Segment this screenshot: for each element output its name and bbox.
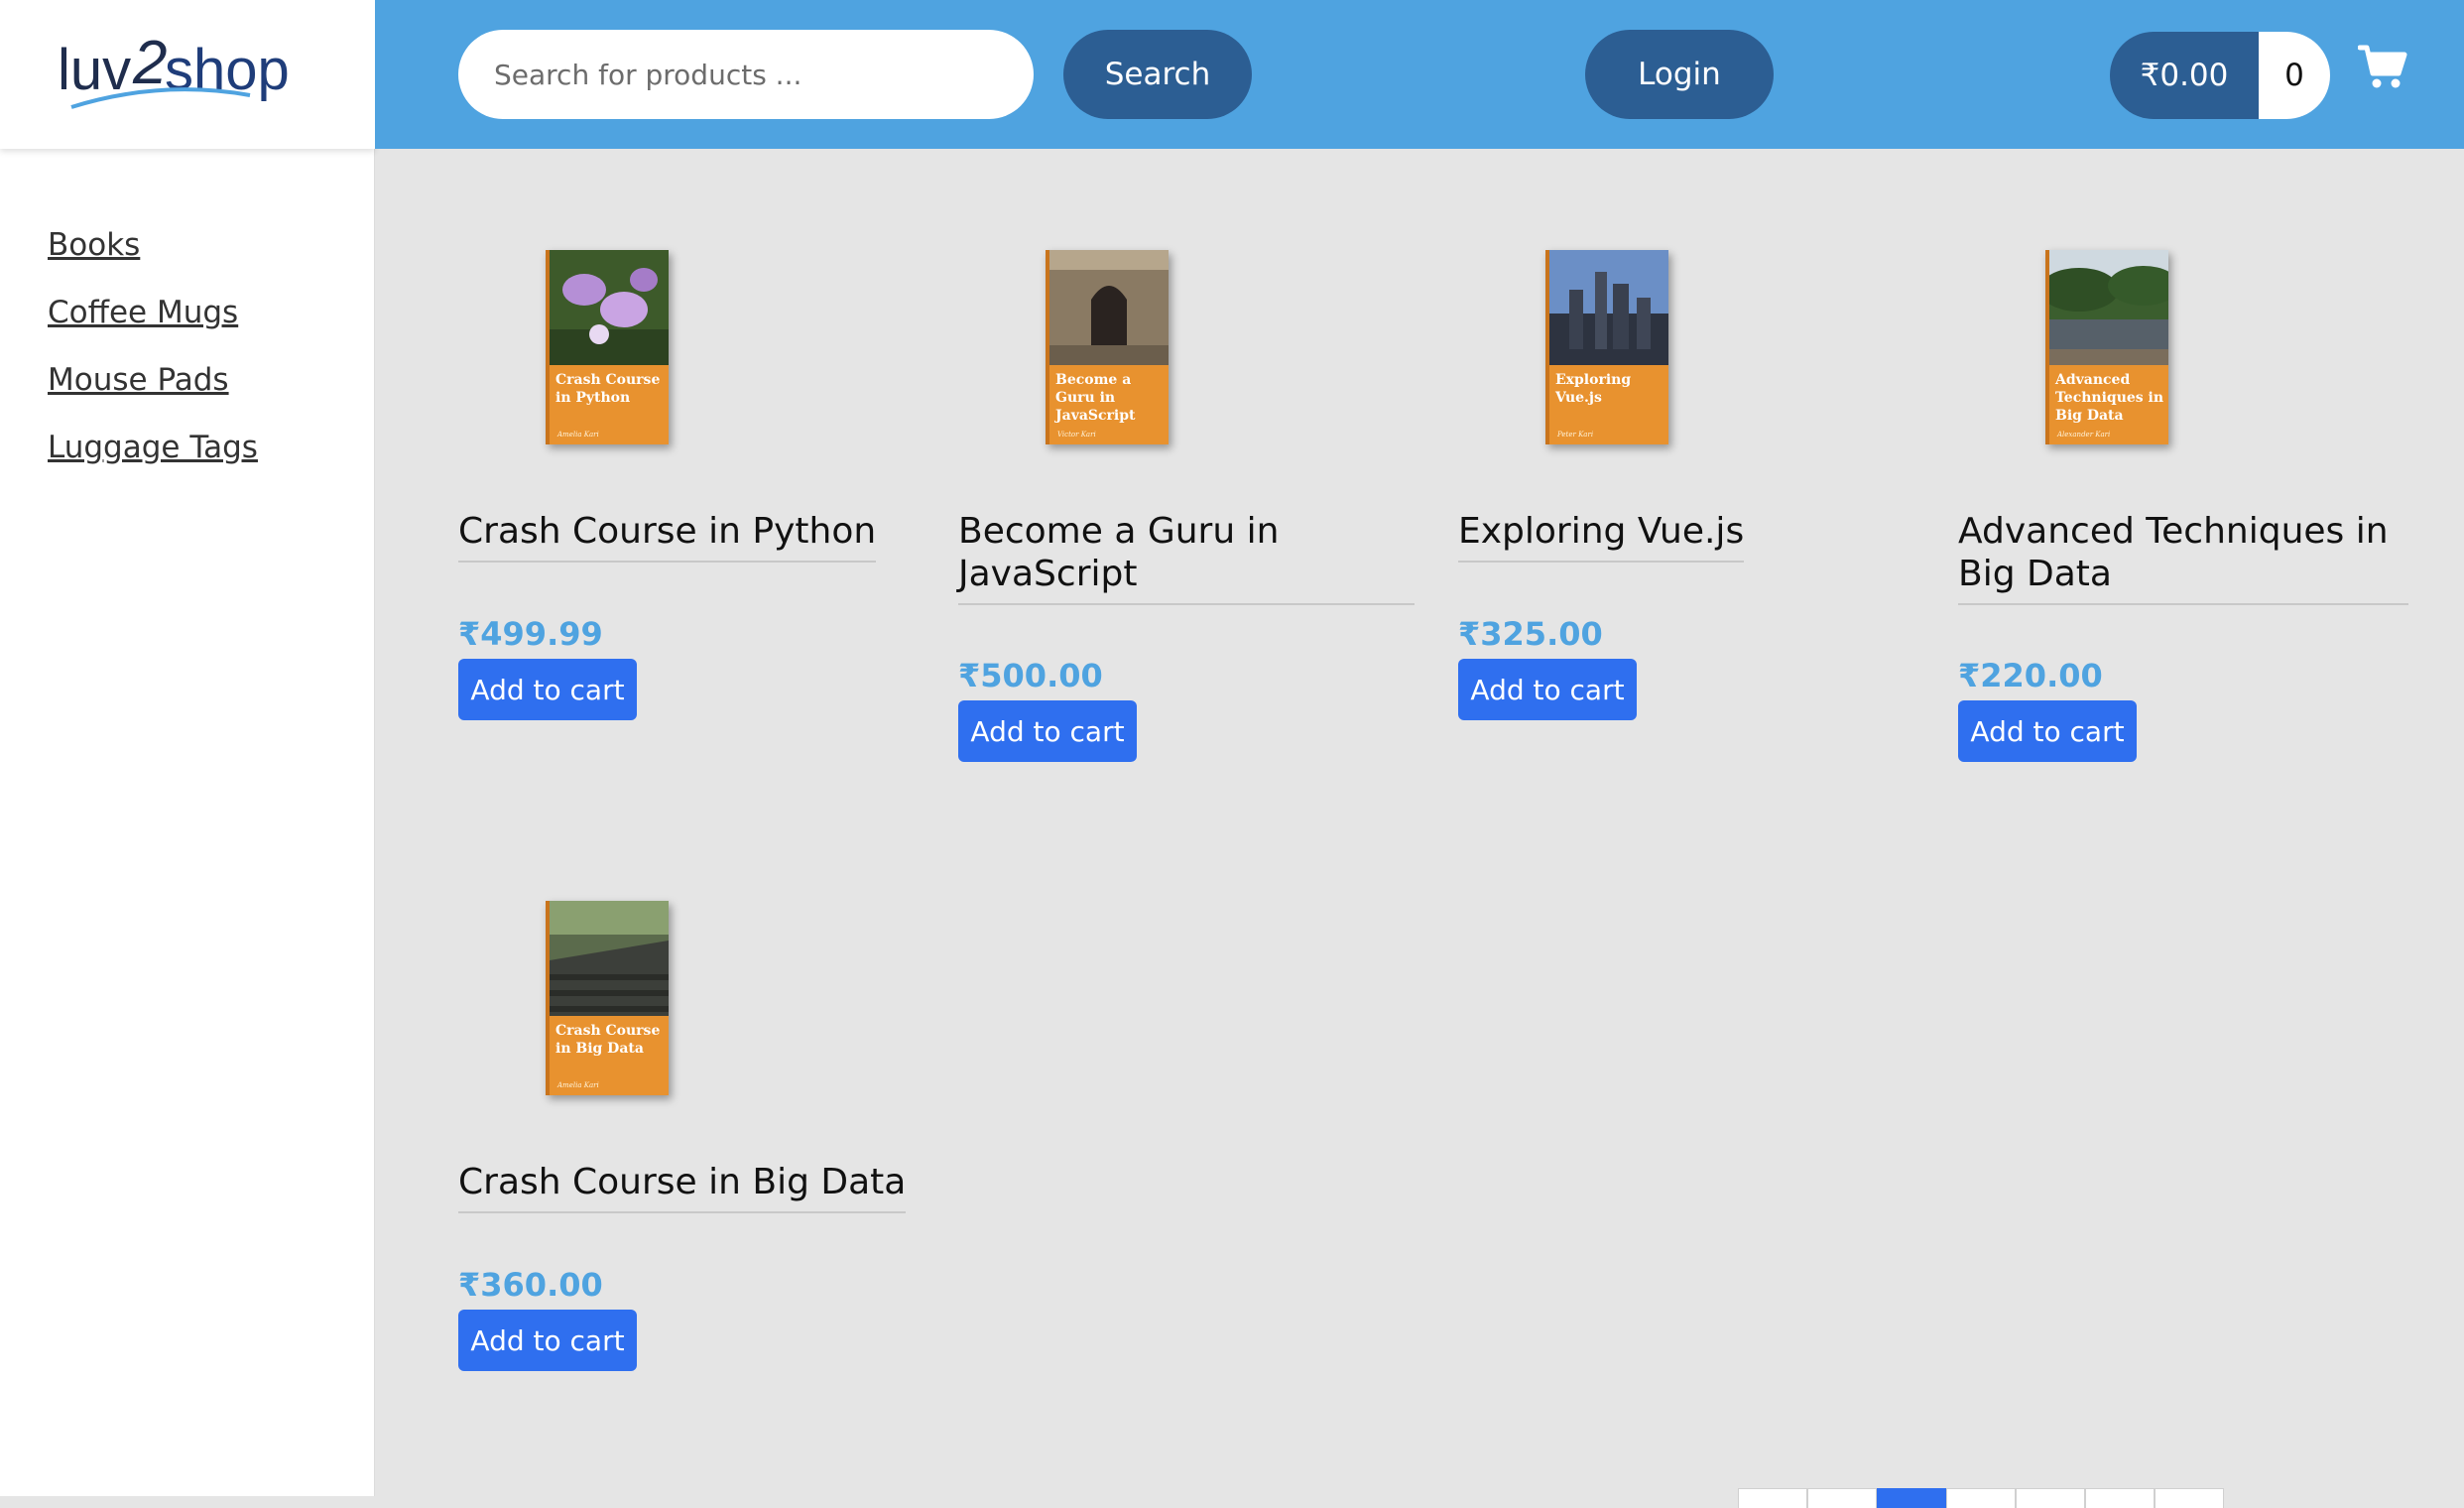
page-item[interactable] (2085, 1488, 2155, 1508)
product-price: ₹325.00 (1458, 615, 1603, 653)
product-image[interactable]: Exploring Vue.js Peter Kari (1545, 250, 1668, 444)
add-to-cart-button[interactable]: Add to cart (958, 700, 1137, 762)
cover-author: Amelia Kari (557, 431, 599, 439)
page-item[interactable] (2016, 1488, 2085, 1508)
cover-title: Exploring Vue.js (1555, 372, 1632, 406)
sidebar-item-coffee-mugs[interactable]: Coffee Mugs (48, 296, 258, 329)
product-title[interactable]: Crash Course in Big Data (458, 1161, 907, 1213)
cover-title: Crash Course in Python (555, 372, 661, 406)
product-price: ₹360.00 (458, 1266, 603, 1304)
pagination (1738, 1488, 2224, 1508)
search-button[interactable]: Search (1063, 30, 1252, 119)
cover-photo-steps (550, 901, 669, 1016)
category-nav: Books Coffee Mugs Mouse Pads Luggage Tag… (48, 228, 258, 498)
product-title[interactable]: Advanced Techniques in Big Data (1958, 510, 2408, 605)
login-button[interactable]: Login (1585, 30, 1774, 119)
search-input[interactable] (458, 30, 1034, 119)
product-title[interactable]: Crash Course in Python (458, 510, 877, 563)
page-current[interactable] (1877, 1488, 1946, 1508)
product-price: ₹500.00 (958, 657, 1103, 694)
logo-text-2: 2 (132, 29, 167, 97)
cover-photo-archway (1049, 250, 1169, 365)
product-image[interactable]: Advanced Techniques in Big Data Alexande… (2045, 250, 2168, 444)
page-prev[interactable] (1807, 1488, 1877, 1508)
product-image[interactable]: Become a Guru in JavaScript Victor Kari (1046, 250, 1169, 444)
cart-total-quantity: 0 (2259, 32, 2330, 119)
product-card: Become a Guru in JavaScript Victor Kari … (958, 250, 1415, 766)
add-to-cart-button[interactable]: Add to cart (458, 659, 637, 720)
sidebar: luv 2 shop Books Coffee Mugs Mouse Pads … (0, 0, 375, 1496)
cover-author: Peter Kari (1557, 431, 1594, 439)
luv2shop-logo: luv 2 shop (58, 29, 290, 109)
page-item[interactable] (1946, 1488, 2016, 1508)
product-title[interactable]: Exploring Vue.js (1458, 510, 1745, 563)
cart-total-price: ₹0.00 (2110, 32, 2259, 119)
sidebar-item-mouse-pads[interactable]: Mouse Pads (48, 363, 258, 397)
cover-author: Alexander Kari (2057, 431, 2111, 439)
logo-text-luv: luv (58, 38, 131, 102)
sidebar-item-books[interactable]: Books (48, 228, 258, 262)
cover-photo-river (2049, 250, 2168, 365)
product-price: ₹220.00 (1958, 657, 2103, 694)
sidebar-item-luggage-tags[interactable]: Luggage Tags (48, 431, 258, 464)
logo-container[interactable]: luv 2 shop (0, 0, 375, 149)
page-next[interactable] (2155, 1488, 2224, 1508)
add-to-cart-button[interactable]: Add to cart (458, 1310, 637, 1371)
cover-title: Become a Guru in JavaScript (1055, 372, 1136, 424)
cart-status[interactable]: ₹0.00 0 (2110, 32, 2330, 119)
cover-photo-flowers (550, 250, 669, 365)
top-header: Search Login ₹0.00 0 (375, 0, 2464, 149)
cover-photo-skyline (1549, 250, 1668, 365)
add-to-cart-button[interactable]: Add to cart (1458, 659, 1637, 720)
cover-title: Crash Course in Big Data (555, 1023, 661, 1057)
product-card: Crash Course in Big Data Amelia Kari Cra… (458, 901, 915, 1377)
product-price: ₹499.99 (458, 615, 603, 653)
product-image[interactable]: Crash Course in Big Data Amelia Kari (546, 901, 669, 1095)
product-card: Advanced Techniques in Big Data Alexande… (1958, 250, 2414, 766)
page-first[interactable] (1738, 1488, 1807, 1508)
cover-author: Amelia Kari (557, 1081, 599, 1089)
product-card: Crash Course in Python Amelia Kari Crash… (458, 250, 915, 726)
add-to-cart-button[interactable]: Add to cart (1958, 700, 2137, 762)
product-title[interactable]: Become a Guru in JavaScript (958, 510, 1415, 605)
product-image[interactable]: Crash Course in Python Amelia Kari (546, 250, 669, 444)
product-card: Exploring Vue.js Peter Kari Exploring Vu… (1458, 250, 1914, 726)
cover-author: Victor Kari (1057, 431, 1096, 439)
cover-title: Advanced Techniques in Big Data (2055, 372, 2164, 424)
shopping-cart-icon[interactable] (2358, 44, 2407, 89)
